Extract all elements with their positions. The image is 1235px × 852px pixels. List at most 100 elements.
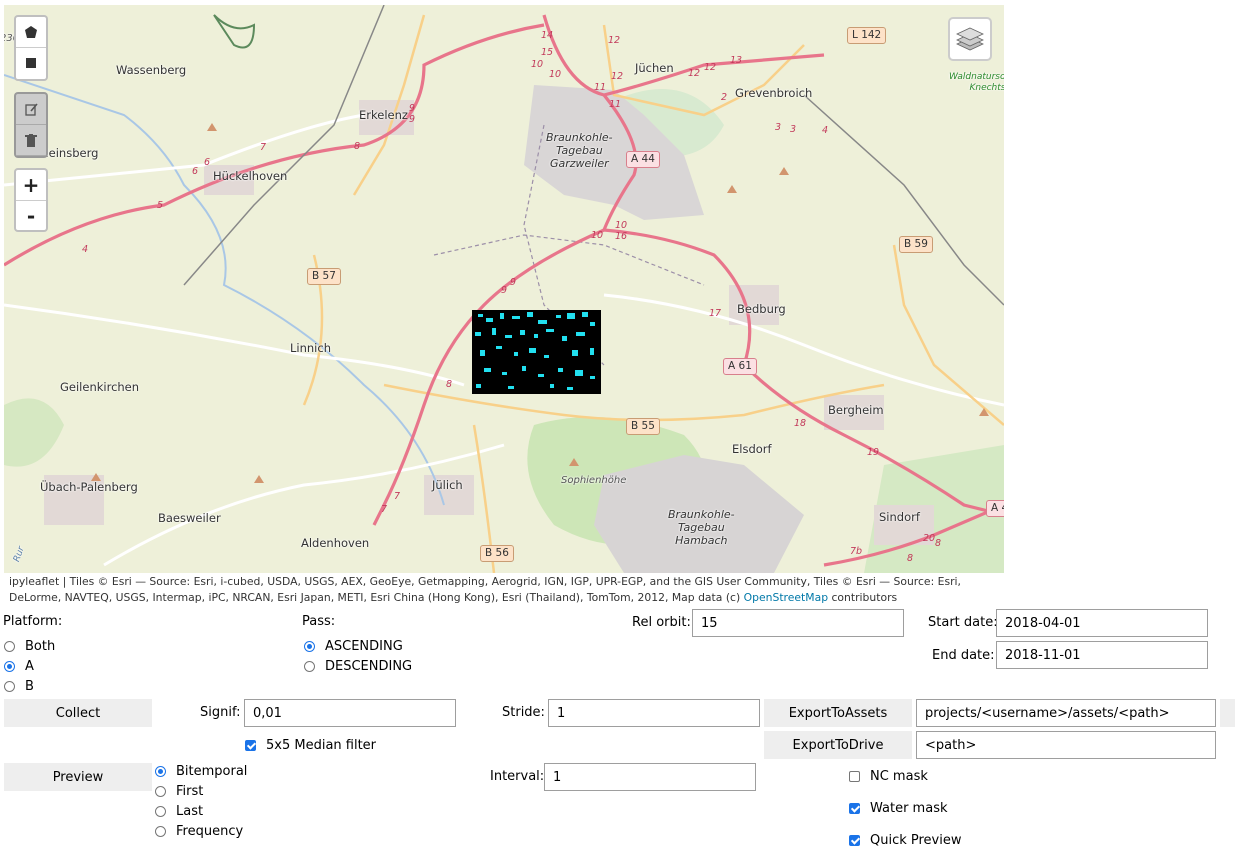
preview-option-bitemporal[interactable]: Bitemporal (155, 764, 247, 779)
truncated-button[interactable] (1220, 699, 1235, 727)
junction-number: 6 (192, 166, 199, 177)
preview-option-first[interactable]: First (155, 784, 203, 799)
junction-number: 11 (594, 82, 607, 93)
junction-number: 10 (615, 220, 628, 231)
quick-preview-checkbox[interactable]: Quick Preview (849, 833, 962, 848)
junction-number: 8 (907, 553, 914, 564)
draw-rectangle-button[interactable] (16, 48, 46, 78)
pass-label: Pass: (302, 614, 336, 629)
junction-number: 7 (394, 491, 401, 502)
city-label: Jüchen (635, 61, 674, 75)
junction-number: 10 (531, 59, 544, 70)
junction-number: 6 (204, 157, 211, 168)
export-drive-path-input[interactable]: <path> (916, 731, 1216, 759)
junction-number: 12 (608, 35, 621, 46)
junction-number: 8 (935, 538, 942, 549)
platform-option-b[interactable]: B (4, 679, 34, 694)
junction-number: 3 (790, 124, 797, 135)
platform-label: Platform: (3, 614, 63, 629)
junction-number: 8 (354, 141, 361, 152)
junction-number: 12 (704, 62, 717, 73)
start-date-label: Start date: (928, 615, 998, 630)
pass-option-descending[interactable]: DESCENDING (304, 659, 412, 674)
junction-number: 12 (688, 68, 701, 79)
road-shield: B 56 (480, 545, 514, 562)
radio-label: DESCENDING (325, 659, 413, 674)
zoom-out-button[interactable]: - (16, 201, 46, 231)
trash-icon (25, 133, 37, 147)
radio-label: Bitemporal (176, 764, 248, 779)
layers-icon (956, 27, 984, 51)
road-shield: A 61 (723, 358, 757, 375)
export-to-drive-button[interactable]: ExportToDrive (764, 731, 912, 759)
zoom-in-button[interactable]: + (16, 170, 46, 201)
junction-number: 17 (709, 308, 722, 319)
collect-button[interactable]: Collect (4, 699, 152, 727)
junction-number: 4 (82, 244, 89, 255)
preview-button[interactable]: Preview (4, 763, 152, 791)
rel-orbit-label: Rel orbit: (632, 615, 691, 630)
city-label: Übach-Palenberg (40, 480, 138, 494)
city-label: Elsdorf (732, 442, 772, 456)
median-filter-checkbox[interactable]: 5x5 Median filter (245, 738, 376, 753)
preview-option-frequency[interactable]: Frequency (155, 824, 243, 839)
platform-option-a[interactable]: A (4, 659, 34, 674)
city-label: Bergheim (828, 403, 884, 417)
checkbox-label: Water mask (870, 801, 948, 816)
checkbox-label: 5x5 Median filter (266, 738, 377, 753)
junction-number: 10 (549, 69, 562, 80)
signif-input[interactable]: 0,01 (244, 699, 456, 727)
radio-label: Frequency (176, 824, 244, 839)
export-assets-path-input[interactable]: projects/<username>/assets/<path> (916, 699, 1216, 727)
road-shield: B 59 (899, 236, 933, 253)
junction-number: 11 (609, 99, 622, 110)
preview-option-last[interactable]: Last (155, 804, 203, 819)
junction-number: 4 (822, 125, 829, 136)
nc-mask-checkbox[interactable]: NC mask (849, 769, 928, 784)
junction-number: 13 (730, 55, 743, 66)
road-shield: A 44 (626, 151, 660, 168)
map-view[interactable]: Wassenberg Erkelenz Jüchen Grevenbroich … (4, 5, 1004, 573)
platform-option-both[interactable]: Both (4, 639, 55, 654)
edit-icon (24, 102, 38, 116)
osm-link[interactable]: OpenStreetMap (744, 591, 828, 604)
stride-input[interactable]: 1 (548, 699, 760, 727)
water-mask-checkbox[interactable]: Water mask (849, 801, 948, 816)
zoom-control: + - (14, 168, 48, 232)
layers-control-button[interactable] (948, 17, 992, 61)
draw-toolbar (14, 15, 48, 81)
radio-label: Both (25, 639, 56, 654)
city-label: Baesweiler (158, 511, 221, 525)
city-label: Bedburg (737, 302, 786, 316)
signif-label: Signif: (200, 705, 241, 720)
junction-number: 7b (850, 546, 863, 557)
junction-number: 7 (260, 142, 267, 153)
map-attribution: ipyleaflet | Tiles © Esri — Source: Esri… (9, 574, 1009, 606)
mine-label: Braunkohle- Tagebau Garzweiler (546, 131, 613, 171)
road-shield: L 142 (847, 27, 887, 44)
rectangle-icon (26, 58, 36, 68)
radio-label: ASCENDING (325, 639, 403, 654)
city-label: Sindorf (879, 510, 920, 524)
junction-number: 9 (409, 114, 416, 125)
draw-polygon-button[interactable] (16, 17, 46, 48)
edit-layers-button[interactable] (16, 94, 46, 125)
junction-number: 10 (591, 230, 604, 241)
park-label: Waldnaturso Knechts (949, 72, 1004, 93)
junction-number: 18 (794, 418, 807, 429)
end-date-input[interactable]: 2018-11-01 (996, 641, 1208, 669)
junction-number: 20 (923, 533, 936, 544)
pass-option-ascending[interactable]: ASCENDING (304, 639, 403, 654)
city-label: Geilenkirchen (60, 380, 140, 394)
junction-number: 12 (611, 71, 624, 82)
export-to-assets-button[interactable]: ExportToAssets (764, 699, 912, 727)
city-label: Linnich (290, 341, 331, 355)
junction-number: 5 (157, 200, 164, 211)
start-date-input[interactable]: 2018-04-01 (996, 609, 1208, 637)
stride-label: Stride: (502, 705, 545, 720)
city-label: Erkelenz (359, 108, 408, 122)
rel-orbit-input[interactable]: 15 (692, 609, 904, 637)
delete-layers-button[interactable] (16, 125, 46, 156)
interval-input[interactable]: 1 (544, 763, 756, 791)
city-label: Aldenhoven (301, 536, 370, 550)
